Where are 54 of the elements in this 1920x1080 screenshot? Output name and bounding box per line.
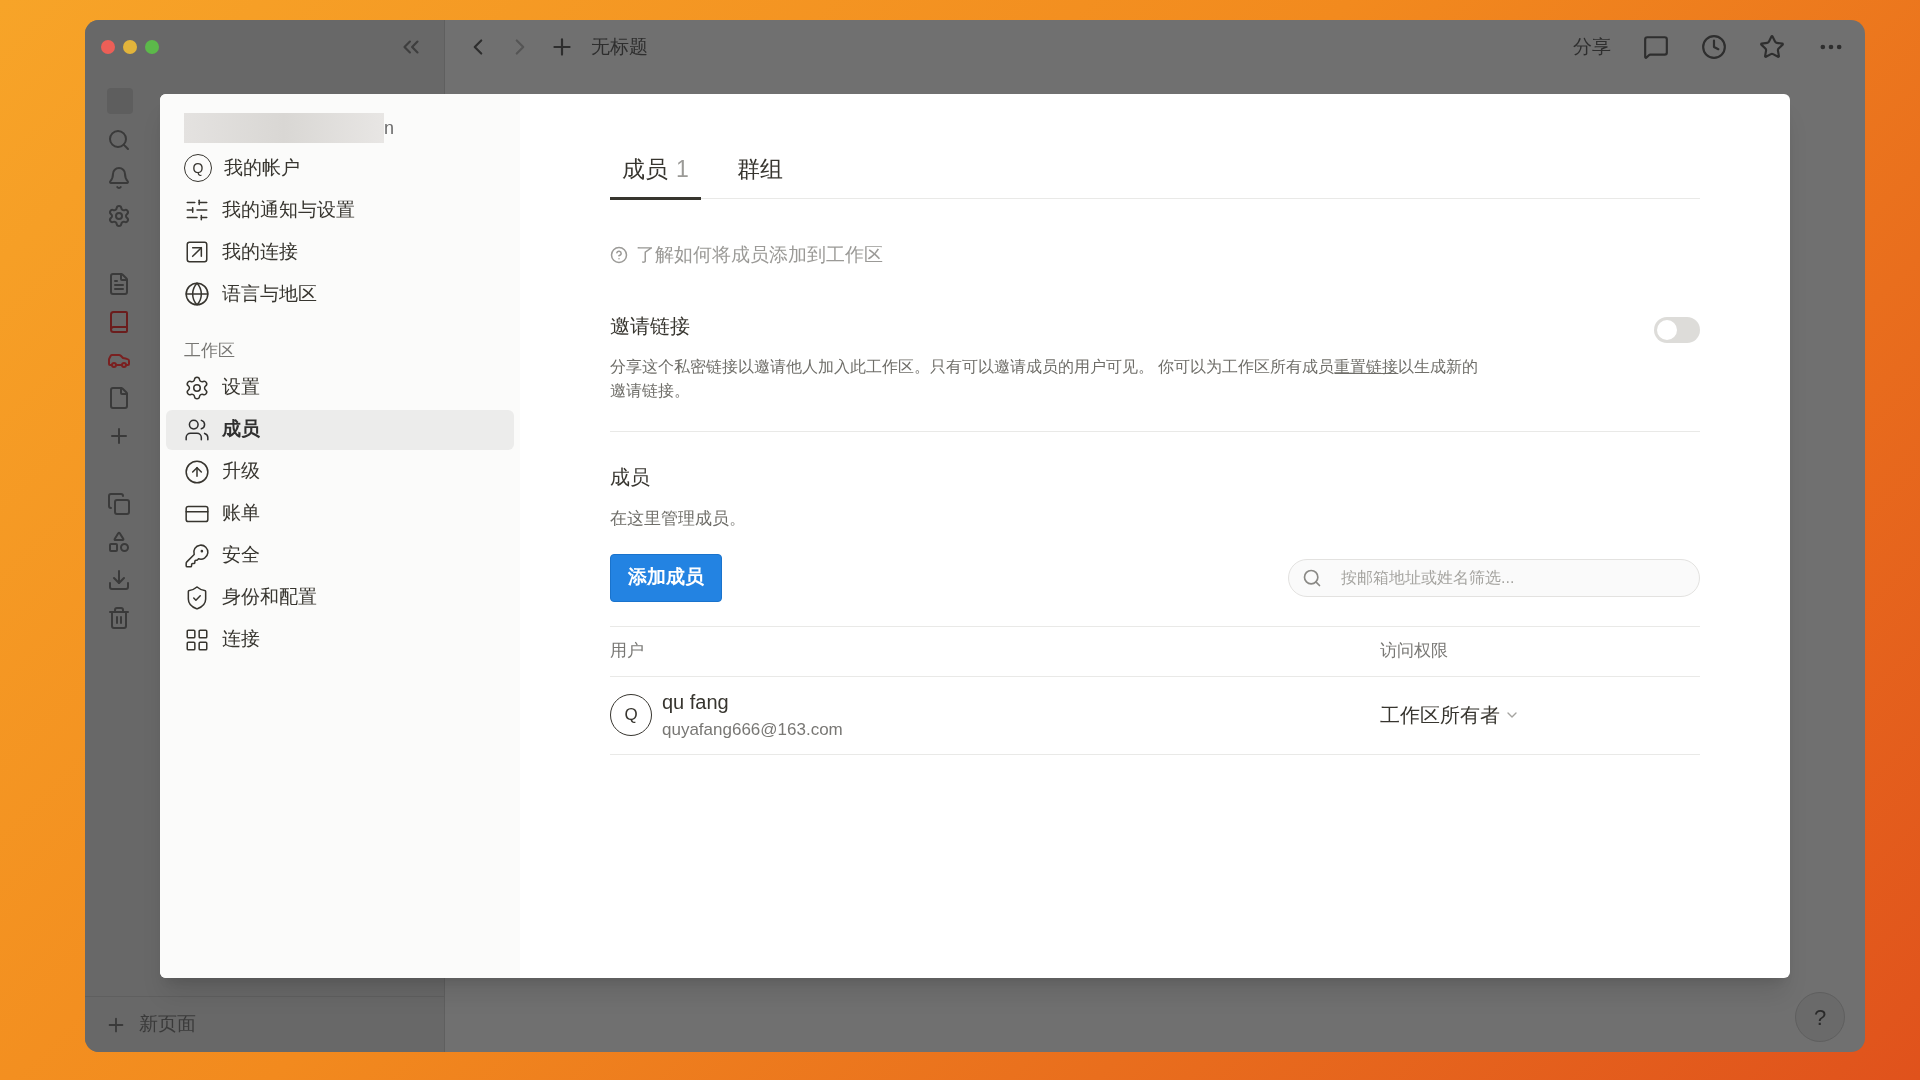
member-email: quyafang666@163.com — [662, 719, 843, 742]
sidebar-item[interactable]: 我的通知与设置 — [166, 190, 514, 230]
comment-icon[interactable] — [1643, 34, 1669, 60]
page-icon[interactable] — [107, 272, 131, 296]
settings-icon — [184, 374, 210, 401]
sidebar-item[interactable]: 语言与地区 — [166, 274, 514, 314]
clock-icon[interactable] — [1701, 34, 1727, 60]
section-label: 工作区 — [183, 340, 236, 362]
section-subtitle: 在这里管理成员。 — [610, 508, 747, 530]
page-icon[interactable] — [107, 386, 131, 410]
sidebar-item[interactable]: 成员 — [166, 409, 514, 450]
section-title: 成员 — [610, 465, 651, 490]
import-icon[interactable] — [107, 568, 131, 592]
settings-icon[interactable] — [107, 204, 131, 228]
grid-icon — [184, 626, 210, 653]
bell-icon[interactable] — [107, 166, 131, 190]
search-field[interactable]: 按邮箱地址或姓名筛选... — [1288, 558, 1700, 597]
account-email: n — [384, 116, 394, 140]
sidebar-item[interactable]: 身份和配置 — [166, 577, 514, 618]
templates-icon[interactable] — [107, 492, 131, 516]
help-icon — [610, 245, 628, 264]
column-header: 访问权限 — [1380, 640, 1448, 663]
window-title: 无标题 — [591, 34, 648, 59]
tab[interactable]: 成员 1 — [610, 152, 701, 200]
shapes-icon[interactable] — [107, 530, 131, 554]
sidebar-item[interactable]: 安全 — [166, 535, 514, 576]
search-icon — [1302, 567, 1322, 588]
sidebar-item[interactable]: Q 我的帐户 — [166, 148, 514, 188]
reset-link[interactable]: 重置链接 — [1334, 358, 1399, 375]
key-icon — [184, 542, 210, 569]
arrow-square-icon — [184, 239, 210, 265]
add-member-button[interactable]: 添加成员 — [610, 553, 722, 602]
search-icon[interactable] — [107, 128, 131, 152]
star-icon[interactable] — [1759, 34, 1785, 60]
close-window-button[interactable] — [101, 40, 115, 54]
tab[interactable]: 群组 — [724, 152, 795, 198]
zoom-window-button[interactable] — [145, 40, 159, 54]
invite-description: 分享这个私密链接以邀请他人加入此工作区。只有可以邀请成员的用户可见。 你可以为工作区所有成员重置链接以生成新的邀请链接。 — [610, 357, 1480, 401]
sidebar-item[interactable]: 设置 — [166, 367, 514, 408]
sidebar-item[interactable]: 升级 — [166, 451, 514, 492]
invite-link-toggle[interactable] — [1654, 317, 1700, 343]
up-arrow-circle-icon — [184, 458, 210, 485]
minimize-window-button[interactable] — [123, 40, 137, 54]
access-dropdown[interactable]: 工作区所有者 — [1380, 700, 1520, 730]
section-title: 邀请链接 — [610, 314, 691, 339]
member-name: qu fang — [662, 690, 730, 716]
globe-icon — [184, 281, 210, 307]
sidebar-item[interactable]: 我的连接 — [166, 232, 514, 272]
sliders-icon — [184, 197, 210, 223]
sidebar-item[interactable]: 连接 — [166, 619, 514, 660]
column-header: 用户 — [610, 640, 645, 663]
book-icon[interactable] — [107, 310, 131, 334]
trash-icon[interactable] — [107, 606, 131, 630]
sidebar-item[interactable]: 账单 — [166, 493, 514, 534]
